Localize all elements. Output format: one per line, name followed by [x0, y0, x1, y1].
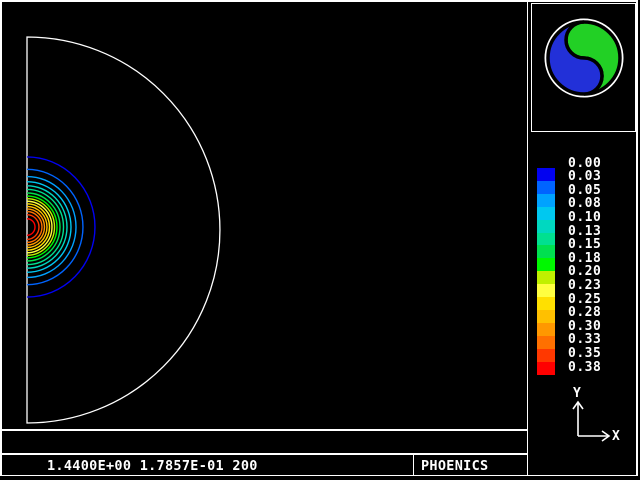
legend-swatch [537, 310, 555, 323]
legend-swatch [537, 168, 555, 181]
legend-label: 0.10 [568, 211, 601, 224]
legend-swatch [537, 181, 555, 194]
legend-swatch [537, 362, 555, 375]
legend-swatch [537, 245, 555, 258]
legend-swatch [537, 284, 555, 297]
frame-top [0, 0, 638, 2]
legend-label: 0.25 [568, 293, 601, 306]
frame-right [636, 0, 638, 476]
frame-bottom [0, 475, 638, 477]
legend-swatch [537, 258, 555, 271]
legend-label: 0.28 [568, 306, 601, 319]
legend-label: 0.38 [568, 361, 601, 374]
legend-label: 0.08 [568, 197, 601, 210]
axis-arrows-icon [552, 382, 622, 442]
legend-label: 0.20 [568, 265, 601, 278]
legend-label: 0.00 [568, 157, 601, 170]
contour-plot [0, 0, 528, 430]
legend-label: 0.13 [568, 225, 601, 238]
legend-swatch [537, 194, 555, 207]
legend-label: 0.33 [568, 333, 601, 346]
legend-label: 0.35 [568, 347, 601, 360]
legend-swatch [537, 349, 555, 362]
legend-label: 0.15 [568, 238, 601, 251]
plot-bottom-divider [0, 429, 528, 431]
legend-label: 0.18 [568, 252, 601, 265]
legend-label: 0.05 [568, 184, 601, 197]
legend-swatch [537, 233, 555, 246]
legend-swatch [537, 323, 555, 336]
phoenics-logo-icon [532, 4, 634, 130]
legend-label: 0.03 [568, 170, 601, 183]
app-name-label: PHOENICS [421, 458, 488, 474]
logo-box [531, 3, 636, 132]
legend-swatch [537, 220, 555, 233]
status-values-readout: 1.4400E+00 1.7857E-01 200 [47, 458, 258, 474]
legend-swatch [537, 271, 555, 284]
status-bar-divider [0, 453, 528, 455]
contour-ring [27, 219, 35, 235]
frame-left [0, 0, 2, 476]
legend-label: 0.30 [568, 320, 601, 333]
legend-swatch [537, 336, 555, 349]
right-panel-divider [527, 0, 529, 476]
phoenics-box-divider [413, 453, 415, 475]
legend-swatch [537, 297, 555, 310]
phoenics-screen: 1.4400E+00 1.7857E-01 200 PHOENICS 0.000… [0, 0, 640, 480]
legend-swatch [537, 207, 555, 220]
legend-label: 0.23 [568, 279, 601, 292]
